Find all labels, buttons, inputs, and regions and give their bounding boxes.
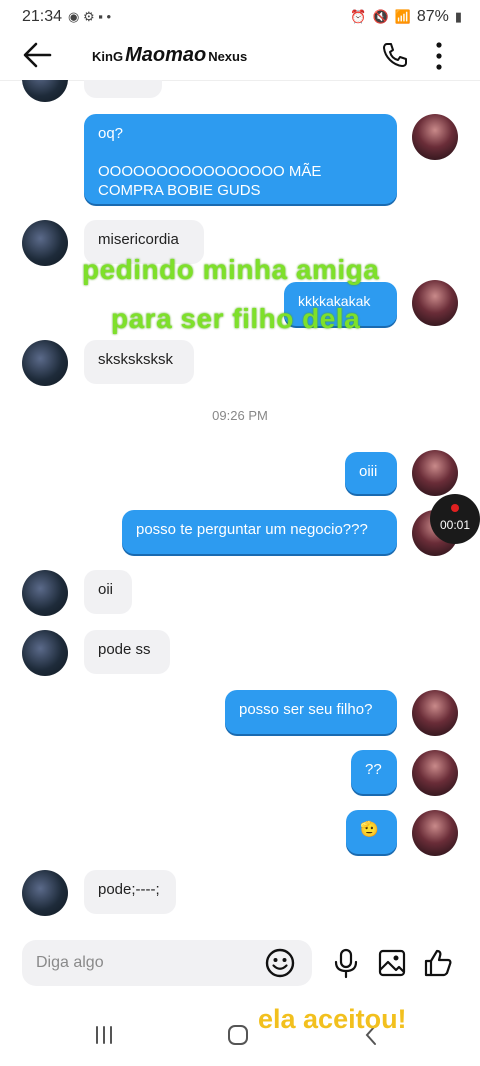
recents-icon xyxy=(96,1026,112,1044)
more-options-button[interactable] xyxy=(428,40,450,72)
voice-message-button[interactable] xyxy=(330,947,362,979)
chat-header: KinG Maomao Nexus xyxy=(0,34,480,81)
back-button[interactable] xyxy=(20,40,56,70)
battery-icon: ▮ xyxy=(454,9,462,24)
friend-avatar[interactable] xyxy=(22,340,68,386)
message-bubble-outgoing: posso te perguntar um negocio??? xyxy=(122,510,397,554)
home-icon xyxy=(228,1025,248,1045)
gallery-button[interactable] xyxy=(376,947,408,979)
system-nav-bar xyxy=(0,1006,480,1066)
microphone-icon xyxy=(334,948,358,979)
my-avatar[interactable] xyxy=(412,750,458,796)
overlay-caption-line2: para ser filho dela xyxy=(111,303,361,334)
my-avatar[interactable] xyxy=(412,690,458,736)
message-bubble-outgoing: posso ser seu filho? xyxy=(225,690,397,734)
overlay-caption-line1: pedindo minha amiga xyxy=(82,254,380,285)
time-divider: 09:26 PM xyxy=(212,408,268,423)
like-button[interactable] xyxy=(422,947,454,979)
title-prefix: KinG xyxy=(92,49,124,64)
friend-avatar[interactable] xyxy=(22,220,68,266)
message-bubble-outgoing: ?? xyxy=(351,750,397,794)
message-bubble-incoming: pode;----; xyxy=(84,870,176,914)
friend-avatar[interactable] xyxy=(22,870,68,916)
message-bubble-outgoing: 🫡 xyxy=(346,810,397,854)
message-composer xyxy=(0,940,480,990)
phone-icon xyxy=(383,43,407,67)
clock: 21:34 xyxy=(22,8,63,25)
notification-icon: ◉ ⚙ ▪ • xyxy=(68,9,112,24)
my-avatar[interactable] xyxy=(412,450,458,496)
record-icon xyxy=(451,504,459,512)
my-avatar[interactable] xyxy=(412,114,458,160)
message-bubble-outgoing: oiii xyxy=(345,452,397,494)
message-bubble-outgoing: oq? OOOOOOOOOOOOOOOO MÃE COMPRA BOBIE GU… xyxy=(84,114,397,204)
recent-apps-button[interactable] xyxy=(86,1020,122,1050)
image-icon xyxy=(378,949,406,977)
friend-avatar[interactable] xyxy=(22,80,68,102)
friend-avatar[interactable] xyxy=(22,570,68,616)
message-bubble-incoming: oii xyxy=(84,570,132,614)
friend-avatar[interactable] xyxy=(22,630,68,676)
message-text: OOOOOOOOOOOOOOOO MÃE COMPRA BOBIE GUDS xyxy=(98,163,322,199)
more-vertical-icon xyxy=(436,42,442,70)
message-bubble-incoming: pode ss xyxy=(84,630,170,674)
alarm-icon: ⏰ xyxy=(350,9,367,24)
screen-recording-badge[interactable]: 00:01 xyxy=(430,494,480,544)
status-bar: 21:34 ◉ ⚙ ▪ • ⏰ 🔇 📶 87% ▮ xyxy=(0,0,480,34)
overlay-caption-bottom: ela aceitou! xyxy=(258,1004,407,1034)
home-button[interactable] xyxy=(220,1020,256,1050)
battery-percent: 87% xyxy=(416,8,449,25)
message-bubble-incoming: sksksksksk xyxy=(84,340,194,384)
emoji-button[interactable] xyxy=(264,947,296,979)
chat-title: KinG Maomao Nexus xyxy=(92,44,247,67)
my-avatar[interactable] xyxy=(412,810,458,856)
my-avatar[interactable] xyxy=(412,280,458,326)
message-list[interactable]: oq? OOOOOOOOOOOOOOOO MÃE COMPRA BOBIE GU… xyxy=(0,80,480,930)
thumbs-up-icon xyxy=(424,949,452,977)
arrow-left-icon xyxy=(23,42,52,68)
message-bubble-incoming xyxy=(84,80,162,98)
mute-icon: 🔇 xyxy=(372,9,389,24)
smiley-icon xyxy=(265,948,295,978)
call-button[interactable] xyxy=(380,40,410,70)
recording-time: 00:01 xyxy=(439,518,471,532)
wifi-icon: 📶 xyxy=(394,9,411,24)
title-suffix: Nexus xyxy=(208,49,248,64)
message-text: oq? xyxy=(98,125,124,142)
title-main: Maomao xyxy=(125,44,207,66)
